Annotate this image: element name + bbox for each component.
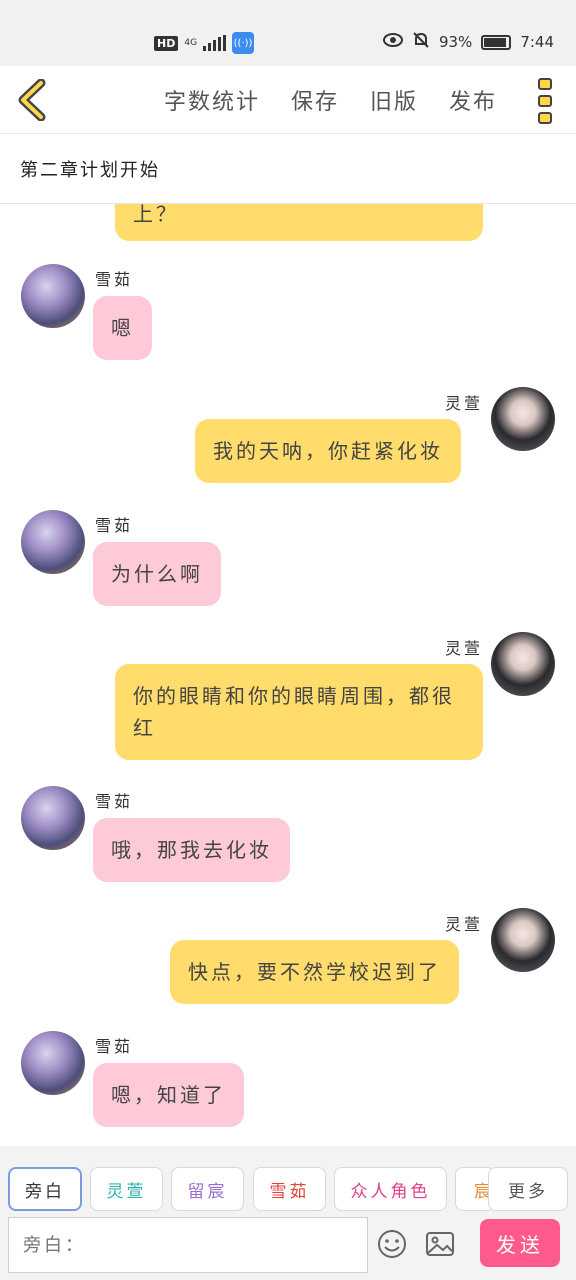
message-bubble-partial[interactable]: 上？ (115, 204, 483, 241)
avatar-xueru[interactable] (21, 264, 85, 328)
publish-button[interactable]: 发布 (449, 84, 497, 116)
back-button[interactable] (12, 78, 52, 122)
battery-percent: 93% (438, 33, 473, 51)
role-label: 旁白 (25, 1181, 65, 1202)
status-right: 93% 7:44 (382, 31, 554, 53)
role-label: 雪茹 (269, 1181, 310, 1202)
message-text: 我的天呐，你赶紧化妆 (213, 439, 443, 463)
more-roles-button[interactable]: 更多 (488, 1167, 568, 1211)
more-label: 更多 (508, 1181, 548, 1202)
hotspot-icon: ((·)) (232, 32, 255, 54)
speaker-name: 灵萱 (445, 394, 484, 413)
word-count-button[interactable]: 字数统计 (164, 84, 260, 116)
hd-badge: HD (154, 35, 179, 51)
message-text: 为什么啊 (111, 562, 203, 586)
message-bubble[interactable]: 你的眼睛和你的眼睛周围，都很红 (115, 664, 483, 760)
old-version-button[interactable]: 旧版 (370, 84, 418, 116)
avatar-lingxuan[interactable] (491, 908, 555, 972)
message-bubble[interactable]: 嗯 (93, 296, 152, 360)
more-menu-icon[interactable] (535, 76, 555, 126)
role-label: 众人角色 (350, 1181, 431, 1202)
role-label: 留宸 (187, 1181, 228, 1202)
avatar-xueru[interactable] (21, 510, 85, 574)
clock: 7:44 (520, 33, 554, 51)
avatar-xueru[interactable] (21, 1031, 85, 1095)
message-bubble[interactable]: 嗯，知道了 (93, 1063, 244, 1127)
battery-icon (481, 34, 512, 50)
save-button[interactable]: 保存 (291, 84, 339, 116)
chat-area[interactable]: 上？ 雪茹 嗯 灵萱 我的天呐，你赶紧化妆 雪茹 为什么啊 灵萱 你的眼睛和你的… (0, 204, 576, 1146)
speaker-name: 雪茹 (95, 516, 134, 535)
chevron-left-icon (18, 79, 46, 121)
speaker-name: 雪茹 (95, 270, 134, 289)
speaker-name: 灵萱 (445, 639, 484, 658)
message-text: 你的眼睛和你的眼睛周围，都很红 (133, 684, 455, 740)
image-icon[interactable] (424, 1228, 456, 1260)
eye-icon (382, 33, 403, 51)
input-bar: 发送 (0, 1214, 576, 1280)
role-tag-liuchen[interactable]: 留宸 (171, 1167, 244, 1211)
role-tag-xueru[interactable]: 雪茹 (253, 1167, 326, 1211)
message-text: 嗯 (111, 316, 134, 340)
status-bar: HD 4G ((·)) 93% 7:44 (0, 0, 576, 66)
emoji-icon[interactable] (376, 1228, 408, 1260)
mute-bell-icon (412, 31, 430, 53)
message-text: 哦，那我去化妆 (111, 838, 272, 862)
message-text: 快点，要不然学校迟到了 (188, 960, 441, 984)
editor-toolbar: 字数统计 保存 旧版 发布 (0, 66, 576, 134)
role-tag-lingxuan[interactable]: 灵萱 (90, 1167, 163, 1211)
avatar-xueru[interactable] (21, 786, 85, 850)
send-button[interactable]: 发送 (480, 1219, 560, 1267)
message-bubble[interactable]: 为什么啊 (93, 542, 221, 606)
message-bubble[interactable]: 我的天呐，你赶紧化妆 (195, 419, 461, 483)
message-text: 嗯，知道了 (111, 1083, 226, 1107)
role-selector: 旁白 灵萱 留宸 雪茹 众人角色 宸 更多 (0, 1146, 576, 1214)
message-text: 上？ (133, 204, 179, 226)
message-bubble[interactable]: 哦，那我去化妆 (93, 818, 290, 882)
speaker-name: 雪茹 (95, 1037, 134, 1056)
chapter-title[interactable]: 第二章计划开始 (0, 134, 576, 204)
signal-icon (203, 35, 227, 51)
status-left: HD 4G ((·)) (154, 32, 255, 54)
message-input[interactable] (8, 1217, 368, 1273)
speaker-name: 雪茹 (95, 792, 134, 811)
role-label: 灵萱 (106, 1181, 147, 1202)
avatar-lingxuan[interactable] (491, 632, 555, 696)
avatar-lingxuan[interactable] (491, 387, 555, 451)
role-tag-crowd[interactable]: 众人角色 (334, 1167, 447, 1211)
network-label: 4G (184, 37, 198, 48)
role-tag-narrator[interactable]: 旁白 (8, 1167, 82, 1211)
message-bubble[interactable]: 快点，要不然学校迟到了 (170, 940, 459, 1004)
speaker-name: 灵萱 (445, 915, 484, 934)
